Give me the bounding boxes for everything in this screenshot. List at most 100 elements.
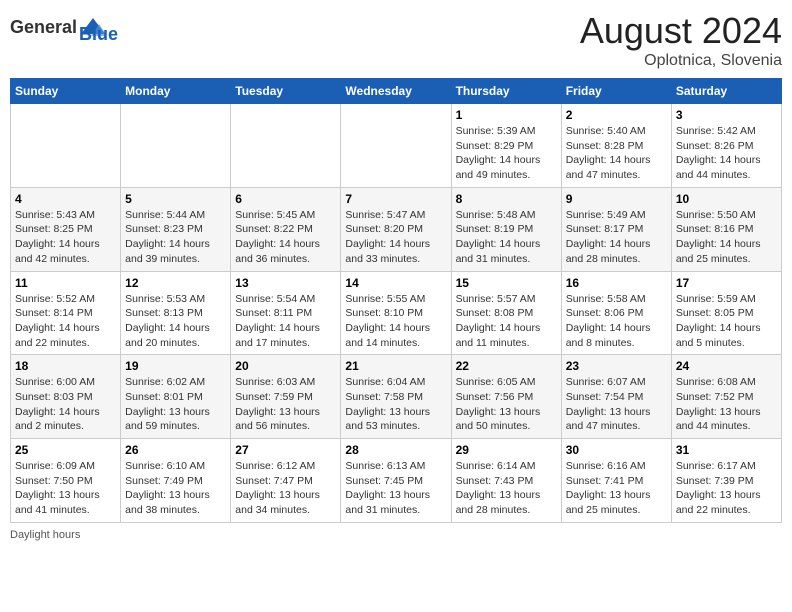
- day-info: Sunrise: 6:12 AM Sunset: 7:47 PM Dayligh…: [235, 459, 336, 518]
- title-block: August 2024 Oplotnica, Slovenia: [580, 10, 782, 70]
- calendar-cell: [341, 104, 451, 188]
- day-number: 12: [125, 276, 226, 290]
- day-info: Sunrise: 5:53 AM Sunset: 8:13 PM Dayligh…: [125, 292, 226, 351]
- calendar-cell: 11Sunrise: 5:52 AM Sunset: 8:14 PM Dayli…: [11, 271, 121, 355]
- day-info: Sunrise: 5:57 AM Sunset: 8:08 PM Dayligh…: [456, 292, 557, 351]
- page-subtitle: Oplotnica, Slovenia: [580, 52, 782, 70]
- calendar-cell: 25 Sunrise: 6:09 AM Sunset: 7:50 PM Dayli…: [11, 439, 121, 523]
- day-number: 23: [566, 359, 667, 373]
- day-number: 4: [15, 192, 116, 206]
- calendar-cell: 20 Sunrise: 6:03 AM Sunset: 7:59 PM Dayli…: [231, 355, 341, 439]
- footer: Daylight hours: [10, 529, 782, 541]
- day-info: Sunrise: 6:03 AM Sunset: 7:59 PM Dayligh…: [235, 375, 336, 434]
- calendar-cell: 3 Sunrise: 5:42 AM Sunset: 8:26 PM Daylig…: [671, 104, 781, 188]
- calendar-cell: 15 Sunrise: 5:57 AM Sunset: 8:08 PM Dayli…: [451, 271, 561, 355]
- day-info: Sunrise: 5:50 AM Sunset: 8:16 PM Dayligh…: [676, 208, 777, 267]
- calendar-cell: 24 Sunrise: 6:08 AM Sunset: 7:52 PM Dayli…: [671, 355, 781, 439]
- page-header: General Blue August 2024 Oplotnica, Slov…: [10, 10, 782, 70]
- day-info: Sunrise: 6:05 AM Sunset: 7:56 PM Dayligh…: [456, 375, 557, 434]
- day-number: 25: [15, 443, 116, 457]
- day-number: 10: [676, 192, 777, 206]
- calendar-cell: [11, 104, 121, 188]
- day-number: 22: [456, 359, 557, 373]
- weekday-header-friday: Friday: [561, 79, 671, 104]
- day-number: 1: [456, 108, 557, 122]
- day-info: Sunrise: 6:17 AM Sunset: 7:39 PM Dayligh…: [676, 459, 777, 518]
- calendar-cell: 21Sunrise: 6:04 AM Sunset: 7:58 PM Dayli…: [341, 355, 451, 439]
- calendar-cell: 29Sunrise: 6:14 AM Sunset: 7:43 PM Dayli…: [451, 439, 561, 523]
- day-info: Sunrise: 5:58 AM Sunset: 8:06 PM Dayligh…: [566, 292, 667, 351]
- weekday-header-wednesday: Wednesday: [341, 79, 451, 104]
- day-number: 21: [345, 359, 446, 373]
- day-info: Sunrise: 5:45 AM Sunset: 8:22 PM Dayligh…: [235, 208, 336, 267]
- day-info: Sunrise: 5:48 AM Sunset: 8:19 PM Dayligh…: [456, 208, 557, 267]
- day-number: 14: [345, 276, 446, 290]
- day-info: Sunrise: 5:44 AM Sunset: 8:23 PM Dayligh…: [125, 208, 226, 267]
- day-info: Sunrise: 6:00 AM Sunset: 8:03 PM Dayligh…: [15, 375, 116, 434]
- calendar-cell: 17 Sunrise: 5:59 AM Sunset: 8:05 PM Dayli…: [671, 271, 781, 355]
- day-number: 5: [125, 192, 226, 206]
- day-info: Sunrise: 5:59 AM Sunset: 8:05 PM Dayligh…: [676, 292, 777, 351]
- calendar-cell: 16 Sunrise: 5:58 AM Sunset: 8:06 PM Dayli…: [561, 271, 671, 355]
- calendar-week-row: 25 Sunrise: 6:09 AM Sunset: 7:50 PM Dayli…: [11, 439, 782, 523]
- weekday-header-sunday: Sunday: [11, 79, 121, 104]
- day-info: Sunrise: 5:47 AM Sunset: 8:20 PM Dayligh…: [345, 208, 446, 267]
- day-number: 20: [235, 359, 336, 373]
- day-info: Sunrise: 5:43 AM Sunset: 8:25 PM Dayligh…: [15, 208, 116, 267]
- calendar-cell: 18 Sunrise: 6:00 AM Sunset: 8:03 PM Dayli…: [11, 355, 121, 439]
- calendar-cell: 19Sunrise: 6:02 AM Sunset: 8:01 PM Dayli…: [121, 355, 231, 439]
- calendar-cell: 14Sunrise: 5:55 AM Sunset: 8:10 PM Dayli…: [341, 271, 451, 355]
- day-number: 15: [456, 276, 557, 290]
- calendar-cell: 9Sunrise: 5:49 AM Sunset: 8:17 PM Daylig…: [561, 187, 671, 271]
- day-number: 28: [345, 443, 446, 457]
- logo-general-text: General: [10, 17, 77, 38]
- day-info: Sunrise: 5:54 AM Sunset: 8:11 PM Dayligh…: [235, 292, 336, 351]
- day-number: 19: [125, 359, 226, 373]
- calendar-cell: 8Sunrise: 5:48 AM Sunset: 8:19 PM Daylig…: [451, 187, 561, 271]
- weekday-header-tuesday: Tuesday: [231, 79, 341, 104]
- day-info: Sunrise: 6:07 AM Sunset: 7:54 PM Dayligh…: [566, 375, 667, 434]
- calendar-week-row: 4 Sunrise: 5:43 AM Sunset: 8:25 PM Daylig…: [11, 187, 782, 271]
- day-number: 17: [676, 276, 777, 290]
- day-number: 27: [235, 443, 336, 457]
- day-number: 2: [566, 108, 667, 122]
- day-info: Sunrise: 5:40 AM Sunset: 8:28 PM Dayligh…: [566, 124, 667, 183]
- day-info: Sunrise: 6:10 AM Sunset: 7:49 PM Dayligh…: [125, 459, 226, 518]
- day-number: 6: [235, 192, 336, 206]
- day-info: Sunrise: 6:16 AM Sunset: 7:41 PM Dayligh…: [566, 459, 667, 518]
- calendar-cell: 31 Sunrise: 6:17 AM Sunset: 7:39 PM Dayli…: [671, 439, 781, 523]
- calendar-cell: 30Sunrise: 6:16 AM Sunset: 7:41 PM Dayli…: [561, 439, 671, 523]
- calendar-cell: 2 Sunrise: 5:40 AM Sunset: 8:28 PM Daylig…: [561, 104, 671, 188]
- day-number: 7: [345, 192, 446, 206]
- page-title: August 2024: [580, 10, 782, 52]
- daylight-label: Daylight hours: [10, 529, 80, 541]
- weekday-header-saturday: Saturday: [671, 79, 781, 104]
- day-info: Sunrise: 5:52 AM Sunset: 8:14 PM Dayligh…: [15, 292, 116, 351]
- calendar-cell: 1 Sunrise: 5:39 AM Sunset: 8:29 PM Daylig…: [451, 104, 561, 188]
- day-number: 16: [566, 276, 667, 290]
- day-info: Sunrise: 6:08 AM Sunset: 7:52 PM Dayligh…: [676, 375, 777, 434]
- day-number: 13: [235, 276, 336, 290]
- day-info: Sunrise: 6:09 AM Sunset: 7:50 PM Dayligh…: [15, 459, 116, 518]
- calendar-cell: 5 Sunrise: 5:44 AM Sunset: 8:23 PM Daylig…: [121, 187, 231, 271]
- calendar-cell: 13 Sunrise: 5:54 AM Sunset: 8:11 PM Dayli…: [231, 271, 341, 355]
- calendar-cell: 10 Sunrise: 5:50 AM Sunset: 8:16 PM Dayli…: [671, 187, 781, 271]
- calendar-cell: [121, 104, 231, 188]
- calendar-table: SundayMondayTuesdayWednesdayThursdayFrid…: [10, 78, 782, 523]
- calendar-cell: 6 Sunrise: 5:45 AM Sunset: 8:22 PM Daylig…: [231, 187, 341, 271]
- calendar-week-row: 11Sunrise: 5:52 AM Sunset: 8:14 PM Dayli…: [11, 271, 782, 355]
- calendar-cell: 7 Sunrise: 5:47 AM Sunset: 8:20 PM Daylig…: [341, 187, 451, 271]
- day-number: 24: [676, 359, 777, 373]
- day-number: 18: [15, 359, 116, 373]
- weekday-header-thursday: Thursday: [451, 79, 561, 104]
- day-info: Sunrise: 5:49 AM Sunset: 8:17 PM Dayligh…: [566, 208, 667, 267]
- day-info: Sunrise: 5:42 AM Sunset: 8:26 PM Dayligh…: [676, 124, 777, 183]
- day-info: Sunrise: 5:39 AM Sunset: 8:29 PM Dayligh…: [456, 124, 557, 183]
- calendar-cell: 12 Sunrise: 5:53 AM Sunset: 8:13 PM Dayli…: [121, 271, 231, 355]
- day-number: 3: [676, 108, 777, 122]
- day-number: 31: [676, 443, 777, 457]
- calendar-week-row: 1 Sunrise: 5:39 AM Sunset: 8:29 PM Daylig…: [11, 104, 782, 188]
- calendar-header-row: SundayMondayTuesdayWednesdayThursdayFrid…: [11, 79, 782, 104]
- day-info: Sunrise: 6:13 AM Sunset: 7:45 PM Dayligh…: [345, 459, 446, 518]
- weekday-header-monday: Monday: [121, 79, 231, 104]
